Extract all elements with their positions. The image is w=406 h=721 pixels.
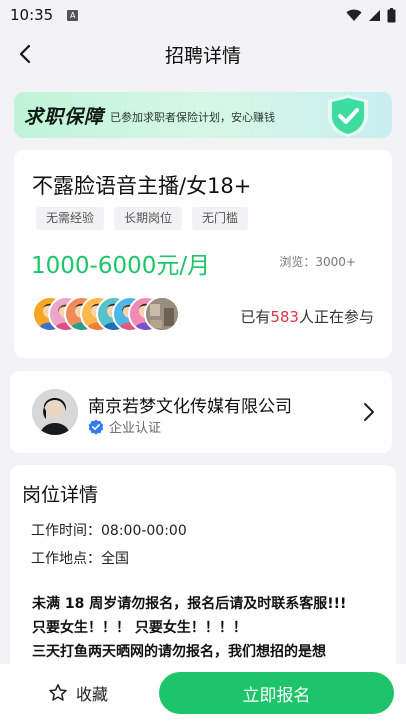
job-guarantee-banner[interactable]: 求职保障 已参加求职者保险计划，安心赚钱 <box>14 92 392 138</box>
banner-text: 已参加求职者保险计划，安心赚钱 <box>110 111 276 124</box>
detail-body-line: 只要女生！！！ 只要女生！！！！ <box>32 620 247 636</box>
job-salary: 1000-6000元/月 <box>31 253 211 279</box>
work-time: 工作时间：08:00-00:00 <box>31 523 187 539</box>
view-count: 浏览：3000+ <box>279 255 356 269</box>
job-tag: 无需经验 <box>36 207 105 230</box>
notification-a-icon: A <box>67 9 79 21</box>
detail-title: 岗位详情 <box>22 484 99 506</box>
participant-avatars <box>32 296 222 332</box>
chevron-right-icon <box>364 403 374 421</box>
favorite-button[interactable]: 收藏 <box>48 681 108 705</box>
company-card[interactable]: 南京若梦文化传媒有限公司 企业认证 <box>10 371 392 453</box>
chevron-left-icon <box>19 44 31 64</box>
participants-suffix: 人正在参与 <box>298 308 374 326</box>
page-title: 招聘详情 <box>164 44 241 67</box>
avatar <box>144 296 180 332</box>
job-title: 不露脸语音主播/女18+ <box>32 174 252 198</box>
job-summary-card: 不露脸语音主播/女18+ 无需经验 长期岗位 无门槛 1000-6000元/月 … <box>14 150 392 358</box>
battery-icon <box>387 7 396 22</box>
job-tags: 无需经验 长期岗位 无门槛 <box>36 207 249 230</box>
shield-check-icon <box>328 95 368 137</box>
detail-body: 未满 18 周岁请勿报名，报名后请及时联系客服!!! 只要女生！！！ 只要女生！… <box>32 592 382 664</box>
bottom-action-bar: 收藏 立即报名 <box>0 664 406 721</box>
job-tag: 长期岗位 <box>114 207 183 230</box>
verify-label: 企业认证 <box>109 421 162 436</box>
favorite-label: 收藏 <box>76 684 109 704</box>
nav-bar: 招聘详情 <box>0 30 406 78</box>
verified-badge-icon <box>88 419 104 434</box>
participants-prefix: 已有 <box>240 308 271 326</box>
wifi-icon <box>346 9 362 21</box>
banner-title: 求职保障 <box>24 105 105 128</box>
job-tag: 无门槛 <box>192 207 249 230</box>
participant-count: 已有583人正在参与 <box>240 306 374 327</box>
work-place: 工作地点：全国 <box>31 551 129 567</box>
job-detail-card: 岗位详情 工作时间：08:00-00:00 工作地点：全国 未满 18 周岁请勿… <box>10 465 396 685</box>
status-bar: 10:35 A <box>0 0 406 30</box>
participants-number: 583 <box>270 308 299 326</box>
apply-label: 立即报名 <box>242 685 311 706</box>
star-icon <box>49 683 67 701</box>
apply-button[interactable]: 立即报名 <box>159 672 394 714</box>
detail-body-line: 未满 18 周岁请勿报名，报名后请及时联系客服!!! <box>32 596 347 612</box>
back-button[interactable] <box>10 38 40 70</box>
company-verification: 企业认证 <box>88 417 161 436</box>
status-time: 10:35 <box>10 6 54 24</box>
signal-icon <box>369 9 380 21</box>
company-logo <box>32 389 78 435</box>
status-icons <box>346 7 396 23</box>
company-name: 南京若梦文化传媒有限公司 <box>88 397 292 417</box>
detail-body-line: 三天打鱼两天晒网的请勿报名，我们想招的是想 <box>32 644 326 660</box>
